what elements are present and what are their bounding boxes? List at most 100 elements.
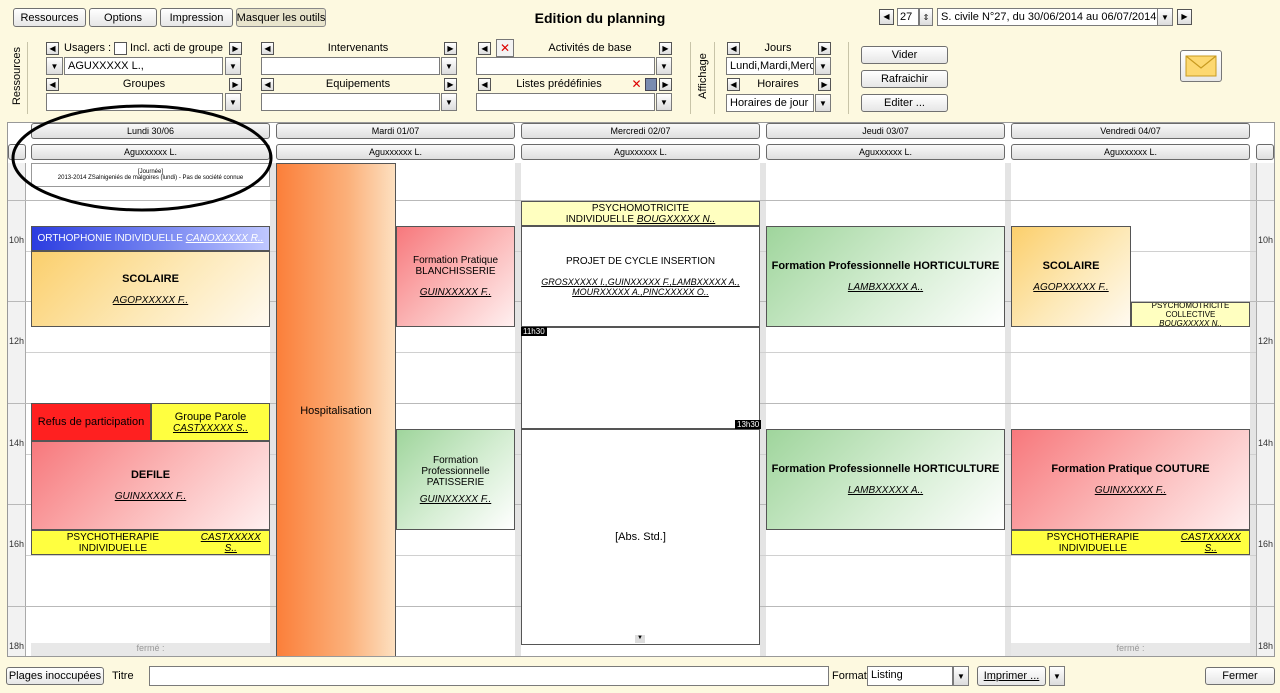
event-psychotherapie[interactable]: PSYCHOTHERAPIE INDIVIDUELLE CASTXXXXX S.…: [1011, 530, 1250, 555]
event-participant: BOUGXXXXX N..: [1159, 319, 1222, 327]
event-time-block[interactable]: [521, 327, 760, 429]
triangle-left-icon: ◀: [481, 43, 488, 53]
usagers-dropdown[interactable]: ▼: [225, 57, 241, 75]
groupes-label: Groupes: [122, 78, 166, 90]
hour-label: 18h: [1258, 641, 1274, 651]
event-scolaire[interactable]: SCOLAIRE AGOPXXXXX F..: [31, 251, 270, 327]
equipements-dropdown[interactable]: ▼: [441, 93, 457, 111]
clear-filter-icon[interactable]: ✕: [496, 39, 514, 57]
chevron-down-icon: ▼: [50, 61, 59, 71]
equipements-field[interactable]: [261, 93, 440, 111]
groupes-next-button[interactable]: ▶: [229, 78, 242, 91]
jours-dropdown[interactable]: ▼: [815, 57, 831, 75]
hour-label: 12h: [1258, 336, 1274, 346]
day-header-tuesday[interactable]: Mardi 01/07: [276, 123, 515, 139]
rafraichir-button[interactable]: Rafraichir: [861, 70, 948, 88]
fermer-button[interactable]: Fermer: [1205, 667, 1275, 685]
usagers-prev-button[interactable]: ◀: [46, 42, 59, 55]
week-number-field[interactable]: 27: [897, 8, 919, 26]
activites-prev-button[interactable]: ◀: [478, 42, 491, 55]
editer-button[interactable]: Editer ...: [861, 94, 948, 112]
imprimer-dropdown[interactable]: ▼: [1049, 666, 1065, 686]
listes-field[interactable]: [476, 93, 655, 111]
event-abs-std[interactable]: [Abs. Std.]: [521, 429, 760, 645]
chevron-down-icon: ▼: [445, 97, 453, 107]
imprimer-button[interactable]: Imprimer ...: [977, 666, 1046, 686]
format-select[interactable]: Listing: [867, 666, 953, 686]
impression-button[interactable]: Impression: [160, 8, 233, 27]
listes-next-button[interactable]: ▶: [659, 78, 672, 91]
usagers-next-button[interactable]: ▶: [229, 42, 242, 55]
affichage-side-label: Affichage: [697, 53, 709, 99]
activites-field[interactable]: [476, 57, 655, 75]
intervenants-next-button[interactable]: ▶: [444, 42, 457, 55]
jours-prev-button[interactable]: ◀: [727, 42, 740, 55]
usagers-field[interactable]: AGUXXXXX L.,: [64, 57, 223, 75]
listes-dropdown[interactable]: ▼: [656, 93, 672, 111]
event-formation-patisserie[interactable]: Formation Professionnelle PATISSERIE GUI…: [396, 429, 515, 530]
horaires-dropdown[interactable]: ▼: [815, 94, 831, 112]
next-week-button[interactable]: ▶: [1177, 9, 1192, 25]
event-defile[interactable]: DEFILE GUINXXXXX F..: [31, 441, 270, 530]
event-title: [Abs. Std.]: [615, 531, 666, 543]
event-formation-couture[interactable]: Formation Pratique COUTURE GUINXXXXX F..: [1011, 429, 1250, 530]
intervenants-prev-button[interactable]: ◀: [261, 42, 274, 55]
event-orthophonie[interactable]: ORTHOPHONIE INDIVIDUELLE CANOXXXXX R..: [31, 226, 270, 251]
resource-header[interactable]: Aguxxxxxx L.: [1011, 144, 1250, 160]
resource-header[interactable]: Aguxxxxxx L.: [276, 144, 515, 160]
intervenants-field[interactable]: [261, 57, 440, 75]
email-button[interactable]: [1180, 50, 1222, 82]
titre-input[interactable]: [149, 666, 829, 686]
day-header-friday[interactable]: Vendredi 04/07: [1011, 123, 1250, 139]
usagers-label: Usagers :: [64, 42, 112, 54]
horaires-field[interactable]: Horaires de jour: [726, 94, 814, 112]
week-range-select[interactable]: S. civile N°27, du 30/06/2014 au 06/07/2…: [937, 8, 1158, 26]
masquer-outils-button[interactable]: Masquer les outils: [236, 8, 326, 27]
activites-next-button[interactable]: ▶: [659, 42, 672, 55]
event-groupe-parole[interactable]: Groupe Parole CASTXXXXX S..: [151, 403, 270, 441]
event-formation-horticulture[interactable]: Formation Professionnelle HORTICULTURE L…: [766, 226, 1005, 327]
options-button[interactable]: Options: [89, 8, 157, 27]
event-formation-horticulture[interactable]: Formation Professionnelle HORTICULTURE L…: [766, 429, 1005, 530]
plages-inoccupees-button[interactable]: Plages inoccupées: [6, 667, 104, 685]
usagers-select-button[interactable]: ▼: [46, 57, 63, 75]
horaires-next-button[interactable]: ▶: [818, 78, 831, 91]
event-psychomotricite-collective[interactable]: PSYCHOMOTRICITE COLLECTIVE BOUGXXXXX N..: [1131, 302, 1250, 327]
listes-label: Listes prédéfinies: [516, 78, 602, 90]
jours-next-button[interactable]: ▶: [818, 42, 831, 55]
affichage-side-label-wrap: Affichage: [694, 42, 710, 114]
scroll-down-icon[interactable]: ▼: [635, 635, 645, 643]
week-spinner[interactable]: ⇕: [919, 8, 933, 26]
day-header-wednesday[interactable]: Mercredi 02/07: [521, 123, 760, 139]
event-scolaire[interactable]: SCOLAIRE AGOPXXXXX F..: [1011, 226, 1131, 327]
chevron-down-icon: ▼: [445, 61, 453, 71]
incl-acti-checkbox[interactable]: [114, 42, 127, 55]
resource-header[interactable]: Aguxxxxxx L.: [766, 144, 1005, 160]
resource-header[interactable]: Aguxxxxxx L.: [521, 144, 760, 160]
event-refus-participation[interactable]: Refus de participation: [31, 403, 151, 441]
equipements-next-button[interactable]: ▶: [444, 78, 457, 91]
intervenants-dropdown[interactable]: ▼: [441, 57, 457, 75]
event-psychotherapie[interactable]: PSYCHOTHERAPIE INDIVIDUELLE CASTXXXXX S.…: [31, 530, 270, 555]
save-list-icon[interactable]: [645, 78, 657, 91]
vider-button[interactable]: Vider: [861, 46, 948, 64]
event-formation-blanchisserie[interactable]: Formation Pratique BLANCHISSERIE GUINXXX…: [396, 226, 515, 327]
horaires-prev-button[interactable]: ◀: [727, 78, 740, 91]
event-title: PSYCHOMOTRICITE COLLECTIVE: [1151, 302, 1230, 319]
listes-prev-button[interactable]: ◀: [478, 78, 491, 91]
equipements-prev-button[interactable]: ◀: [261, 78, 274, 91]
jours-field[interactable]: Lundi,Mardi,Merc: [726, 57, 814, 75]
prev-week-button[interactable]: ◀: [879, 9, 894, 25]
week-range-dropdown[interactable]: ▼: [1157, 8, 1173, 26]
event-projet-cycle-insertion[interactable]: PROJET DE CYCLE INSERTION GROSXXXXX I.,G…: [521, 226, 760, 327]
day-header-thursday[interactable]: Jeudi 03/07: [766, 123, 1005, 139]
event-psychomotricite-individuelle[interactable]: PSYCHOMOTRICITE INDIVIDUELLE BOUGXXXXX N…: [521, 201, 760, 226]
format-dropdown[interactable]: ▼: [953, 666, 969, 686]
groupes-prev-button[interactable]: ◀: [46, 78, 59, 91]
delete-list-icon[interactable]: ✕: [630, 78, 643, 91]
event-hospitalisation[interactable]: Hospitalisation: [276, 163, 396, 656]
chevron-down-icon: ▼: [957, 671, 965, 681]
ressources-button[interactable]: Ressources: [13, 8, 86, 27]
hour-label: 12h: [9, 336, 25, 346]
activites-dropdown[interactable]: ▼: [656, 57, 672, 75]
